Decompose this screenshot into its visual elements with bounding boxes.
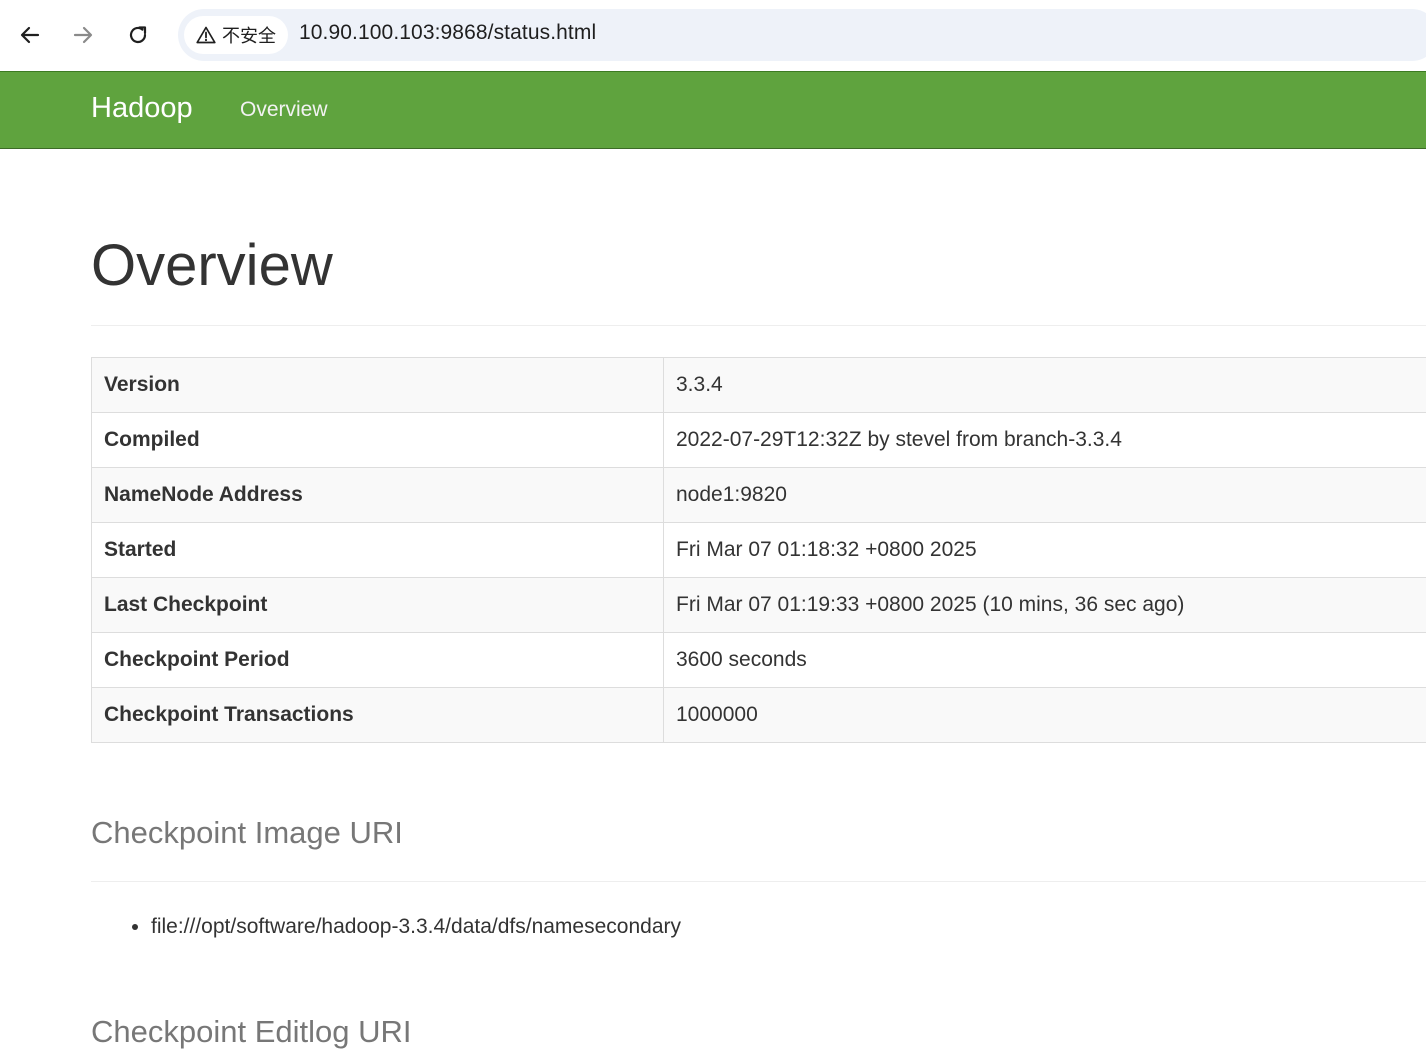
row-value: 2022-07-29T12:32Z by stevel from branch-…	[663, 412, 1426, 468]
section-divider	[91, 881, 1426, 882]
brand-link[interactable]: Hadoop	[91, 92, 193, 125]
table-row: Checkpoint Transactions 1000000	[91, 687, 1426, 743]
row-label: Checkpoint Transactions	[91, 687, 664, 743]
checkpoint-image-list: file:///opt/software/hadoop-3.3.4/data/d…	[91, 910, 681, 944]
title-divider	[91, 325, 1426, 326]
table-row: NameNode Address node1:9820	[91, 467, 1426, 523]
table-row: Checkpoint Period 3600 seconds	[91, 632, 1426, 688]
nav-link-overview[interactable]: Overview	[240, 98, 328, 122]
table-row: Version 3.3.4	[91, 357, 1426, 413]
warning-icon	[196, 26, 216, 44]
row-value: 3600 seconds	[663, 632, 1426, 688]
forward-arrow-icon	[73, 26, 93, 44]
checkpoint-editlog-heading: Checkpoint Editlog URI	[91, 1014, 412, 1049]
navbar: Hadoop Overview	[0, 71, 1426, 149]
url-text[interactable]: 10.90.100.103:9868/status.html	[299, 21, 596, 45]
row-label: Compiled	[91, 412, 664, 468]
row-value: Fri Mar 07 01:18:32 +0800 2025	[663, 522, 1426, 578]
browser-toolbar: 不安全 10.90.100.103:9868/status.html	[0, 0, 1426, 70]
table-row: Started Fri Mar 07 01:18:32 +0800 2025	[91, 522, 1426, 578]
table-row: Compiled 2022-07-29T12:32Z by stevel fro…	[91, 412, 1426, 468]
list-item: file:///opt/software/hadoop-3.3.4/data/d…	[151, 910, 681, 944]
row-label: Last Checkpoint	[91, 577, 664, 633]
overview-table: Version 3.3.4 Compiled 2022-07-29T12:32Z…	[91, 357, 1426, 743]
row-value: 1000000	[663, 687, 1426, 743]
row-value: node1:9820	[663, 467, 1426, 523]
reload-icon	[129, 26, 147, 44]
back-arrow-icon	[20, 26, 40, 44]
row-label: Version	[91, 357, 664, 413]
row-value: Fri Mar 07 01:19:33 +0800 2025 (10 mins,…	[663, 577, 1426, 633]
row-value: 3.3.4	[663, 357, 1426, 413]
address-bar[interactable]: 不安全 10.90.100.103:9868/status.html	[178, 9, 1426, 61]
row-label: Started	[91, 522, 664, 578]
row-label: NameNode Address	[91, 467, 664, 523]
page-title: Overview	[91, 233, 333, 298]
forward-button[interactable]	[63, 15, 103, 55]
security-indicator[interactable]: 不安全	[184, 16, 288, 54]
table-row: Last Checkpoint Fri Mar 07 01:19:33 +080…	[91, 577, 1426, 633]
reload-button[interactable]	[118, 15, 158, 55]
security-label: 不安全	[222, 26, 276, 47]
back-button[interactable]	[10, 15, 50, 55]
row-label: Checkpoint Period	[91, 632, 664, 688]
checkpoint-image-heading: Checkpoint Image URI	[91, 815, 403, 850]
